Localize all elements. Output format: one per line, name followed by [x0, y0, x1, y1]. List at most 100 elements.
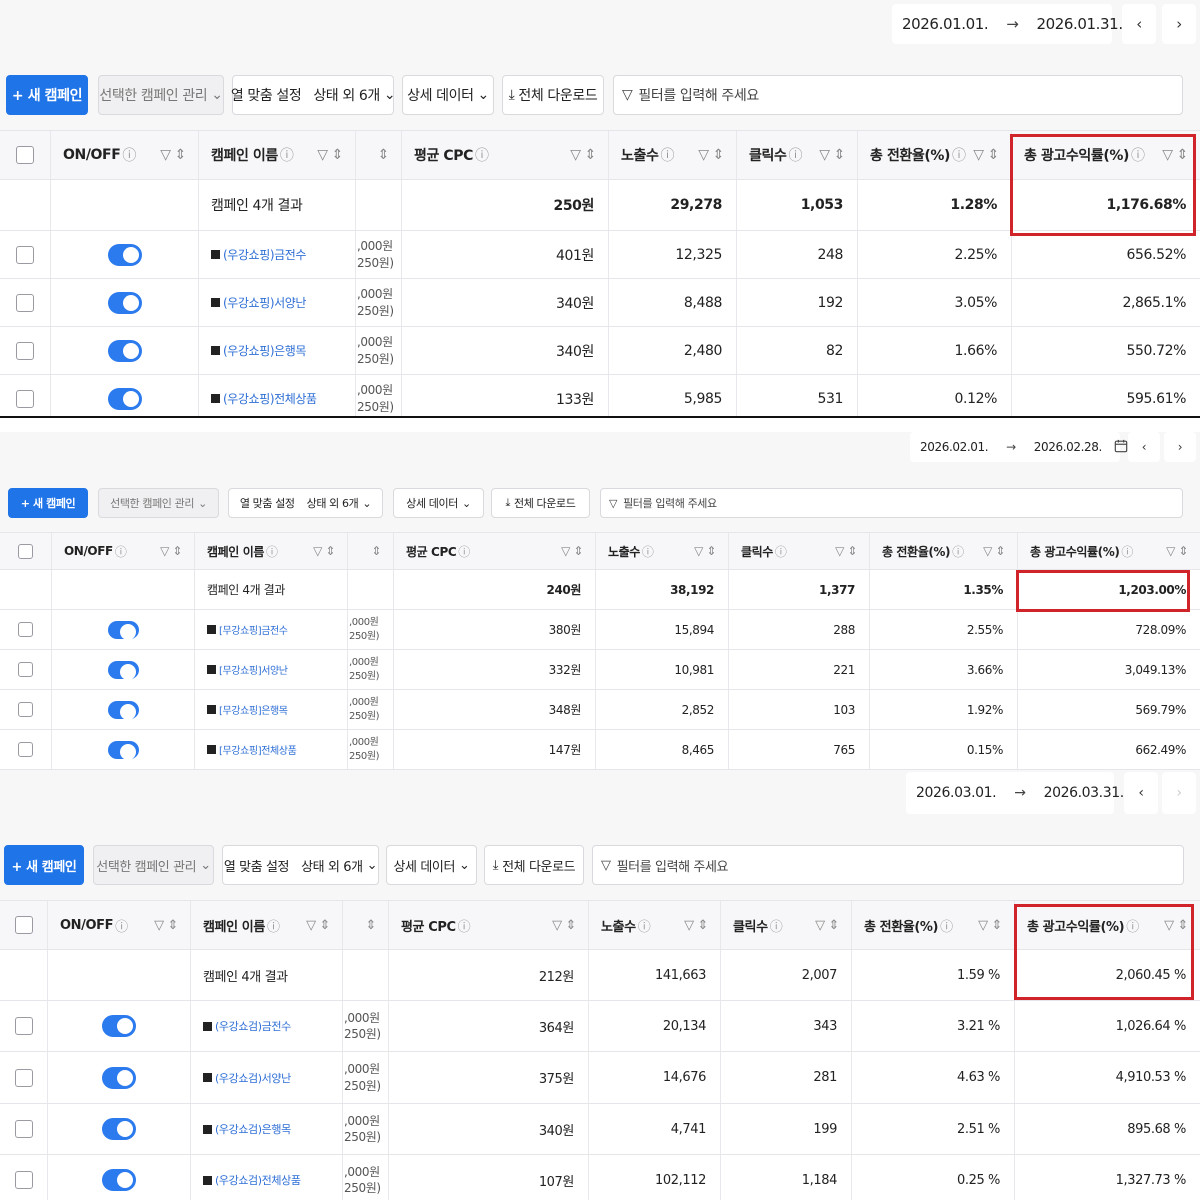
onoff-toggle[interactable] — [102, 1169, 136, 1191]
new-campaign-button[interactable]: + 새 캠페인 — [8, 488, 88, 518]
filter-sort-icon[interactable]: ▽ ⇕ — [835, 544, 857, 558]
header-budget[interactable]: ⇕ — [356, 131, 402, 179]
header-onoff[interactable]: ON/OFF ⓘ ▽ ⇕ — [52, 533, 195, 569]
filter-sort-icon[interactable]: ▽ ⇕ — [154, 918, 178, 933]
row-checkbox[interactable] — [18, 662, 33, 677]
table-row[interactable]: (우강쇼검)금전수 ,000원 250원) 364원 20,134 343 3.2… — [0, 1001, 1200, 1052]
filter-sort-icon[interactable]: ▽ ⇕ — [317, 147, 343, 163]
table-row[interactable]: [무강쇼핑]서양난 ,000원 250원) 332원 10,981 221 3.6… — [0, 650, 1200, 690]
column-settings-button[interactable]: 열 맞춤 설정 상태 외 6개 ⌄ — [222, 845, 379, 885]
header-roas[interactable]: 총 광고수익률(%) ⓘ ▽ ⇕ — [1018, 533, 1200, 569]
detail-data-button[interactable]: 상세 데이터 ⌄ — [402, 75, 494, 115]
prev-period-button[interactable]: ‹ — [1128, 432, 1160, 462]
filter-sort-icon[interactable]: ▽ ⇕ — [570, 147, 596, 163]
row-checkbox[interactable] — [18, 622, 33, 637]
filter-input[interactable]: ▽ 필터를 입력해 주세요 — [592, 845, 1184, 885]
filter-sort-icon[interactable]: ▽ ⇕ — [1164, 918, 1188, 933]
header-conv-rate[interactable]: 총 전환율(%) ⓘ ▽ ⇕ — [858, 131, 1012, 179]
row-checkbox[interactable] — [16, 245, 34, 264]
column-settings-button[interactable]: 열 맞춤 설정 상태 외 6개 ⌄ — [231, 75, 396, 115]
table-row[interactable]: (우강쇼검)은행목 ,000원 250원) 340원 4,741 199 2.51… — [0, 1104, 1200, 1155]
row-checkbox[interactable] — [14, 1017, 33, 1035]
table-row[interactable]: (우강쇼핑)전체상품 ,000원 250원) 133원 5,985 531 0.1… — [0, 375, 1200, 416]
table-row[interactable]: [무강쇼핑]은행목 ,000원 250원) 348원 2,852 103 1.92… — [0, 690, 1200, 730]
filter-sort-icon[interactable]: ▽ ⇕ — [694, 544, 716, 558]
manage-selected-button[interactable]: 선택한 캠페인 관리 ⌄ — [98, 75, 224, 115]
campaign-name-link[interactable]: (우강쇼검)금전수 — [191, 1001, 343, 1051]
campaign-name-link[interactable]: [무강쇼핑]전체상품 — [195, 730, 348, 769]
campaign-name-link[interactable]: (우강쇼핑)은행목 — [199, 327, 356, 374]
header-cpc[interactable]: 평균 CPC ⓘ ▽ ⇕ — [402, 131, 609, 179]
row-checkbox[interactable] — [14, 1120, 33, 1138]
campaign-name-link[interactable]: [무강쇼핑]서양난 — [195, 650, 348, 689]
date-range-picker[interactable]: 2026.03.01. → 2026.03.31. — [906, 772, 1151, 814]
onoff-toggle[interactable] — [102, 1066, 136, 1089]
row-checkbox[interactable] — [18, 702, 33, 717]
onoff-toggle[interactable] — [107, 339, 142, 362]
table-row[interactable]: [무강쇼핑]전체상품 ,000원 250원) 147원 8,465 765 0.1… — [0, 730, 1200, 770]
filter-sort-icon[interactable]: ▽ ⇕ — [160, 147, 186, 163]
row-checkbox[interactable] — [14, 1068, 33, 1087]
filter-sort-icon[interactable]: ▽ ⇕ — [1162, 147, 1188, 163]
header-name[interactable]: 캠페인 이름 ⓘ ▽ ⇕ — [191, 901, 343, 949]
sort-icon[interactable]: ⇕ — [378, 147, 390, 163]
campaign-name-link[interactable]: [무강쇼핑]금전수 — [195, 610, 348, 649]
campaign-name-link[interactable]: (우강쇼검)서양난 — [191, 1052, 343, 1103]
filter-sort-icon[interactable]: ▽ ⇕ — [978, 918, 1002, 933]
table-row[interactable]: [무강쇼핑]금전수 ,000원 250원) 380원 15,894 288 2.5… — [0, 610, 1200, 650]
header-name[interactable]: 캠페인 이름 ⓘ ▽ ⇕ — [199, 131, 356, 179]
header-onoff[interactable]: ON/OFF ⓘ ▽ ⇕ — [48, 901, 191, 949]
header-clicks[interactable]: 클릭수 ⓘ ▽ ⇕ — [729, 533, 870, 569]
manage-selected-button[interactable]: 선택한 캠페인 관리 ⌄ — [98, 488, 219, 518]
header-conv-rate[interactable]: 총 전환율(%) ⓘ ▽ ⇕ — [852, 901, 1015, 949]
row-checkbox[interactable] — [18, 742, 33, 757]
filter-sort-icon[interactable]: ▽ ⇕ — [552, 918, 576, 933]
header-cpc[interactable]: 평균 CPC ⓘ ▽ ⇕ — [394, 533, 596, 569]
select-all-checkbox[interactable] — [14, 916, 33, 934]
download-all-button[interactable]: ⤓ 전체 다운로드 — [491, 488, 590, 518]
header-roas[interactable]: 총 광고수익률(%) ⓘ ▽ ⇕ — [1012, 131, 1200, 179]
header-roas[interactable]: 총 광고수익률(%) ⓘ ▽ ⇕ — [1015, 901, 1200, 949]
onoff-toggle[interactable] — [102, 1015, 136, 1037]
header-budget[interactable]: ⇕ — [343, 901, 389, 949]
new-campaign-button[interactable]: + 새 캠페인 — [6, 75, 88, 115]
header-impressions[interactable]: 노출수 ⓘ ▽ ⇕ — [596, 533, 729, 569]
header-impressions[interactable]: 노출수 ⓘ ▽ ⇕ — [609, 131, 737, 179]
onoff-toggle[interactable] — [102, 1118, 136, 1140]
header-budget[interactable]: ⇕ — [348, 533, 394, 569]
new-campaign-button[interactable]: + 새 캠페인 — [4, 845, 84, 885]
campaign-name-link[interactable]: (우강쇼핑)전체상품 — [199, 375, 356, 416]
table-row[interactable]: (우강쇼핑)서양난 ,000원 250원) 340원 8,488 192 3.05… — [0, 279, 1200, 327]
onoff-toggle[interactable] — [107, 660, 139, 680]
detail-data-button[interactable]: 상세 데이터 ⌄ — [393, 488, 484, 518]
table-row[interactable]: (우강쇼핑)금전수 ,000원 250원) 401원 12,325 248 2.2… — [0, 231, 1200, 279]
header-impressions[interactable]: 노출수 ⓘ ▽ ⇕ — [589, 901, 721, 949]
header-onoff[interactable]: ON/OFF ⓘ ▽ ⇕ — [51, 131, 199, 179]
filter-sort-icon[interactable]: ▽ ⇕ — [819, 147, 845, 163]
filter-sort-icon[interactable]: ▽ ⇕ — [1166, 544, 1188, 558]
campaign-name-link[interactable]: (우강쇼검)전체상품 — [191, 1155, 343, 1200]
table-row[interactable]: (우강쇼검)서양난 ,000원 250원) 375원 14,676 281 4.6… — [0, 1052, 1200, 1104]
header-cpc[interactable]: 평균 CPC ⓘ ▽ ⇕ — [389, 901, 589, 949]
header-name[interactable]: 캠페인 이름 ⓘ ▽ ⇕ — [195, 533, 348, 569]
next-period-button[interactable]: › — [1164, 432, 1196, 462]
filter-sort-icon[interactable]: ▽ ⇕ — [561, 544, 583, 558]
filter-input[interactable]: ▽ 필터를 입력해 주세요 — [600, 488, 1183, 518]
next-period-button[interactable]: › — [1162, 772, 1196, 814]
filter-sort-icon[interactable]: ▽ ⇕ — [983, 544, 1005, 558]
column-settings-button[interactable]: 열 맞춤 설정 상태 외 6개 ⌄ — [228, 488, 383, 518]
onoff-toggle[interactable] — [107, 387, 142, 410]
filter-sort-icon[interactable]: ▽ ⇕ — [973, 147, 999, 163]
onoff-toggle[interactable] — [107, 243, 142, 266]
campaign-name-link[interactable]: (우강쇼검)은행목 — [191, 1104, 343, 1154]
onoff-toggle[interactable] — [107, 291, 142, 314]
table-row[interactable]: (우강쇼검)전체상품 ,000원 250원) 107원 102,112 1,184… — [0, 1155, 1200, 1200]
filter-sort-icon[interactable]: ▽ ⇕ — [313, 544, 335, 558]
date-range-picker[interactable]: 2026.01.01. → 2026.01.31. — [892, 4, 1152, 44]
header-clicks[interactable]: 클릭수 ⓘ ▽ ⇕ — [737, 131, 858, 179]
filter-sort-icon[interactable]: ▽ ⇕ — [815, 918, 839, 933]
select-all-checkbox[interactable] — [16, 146, 34, 164]
header-conv-rate[interactable]: 총 전환율(%) ⓘ ▽ ⇕ — [870, 533, 1018, 569]
detail-data-button[interactable]: 상세 데이터 ⌄ — [386, 845, 477, 885]
row-checkbox[interactable] — [16, 293, 34, 312]
